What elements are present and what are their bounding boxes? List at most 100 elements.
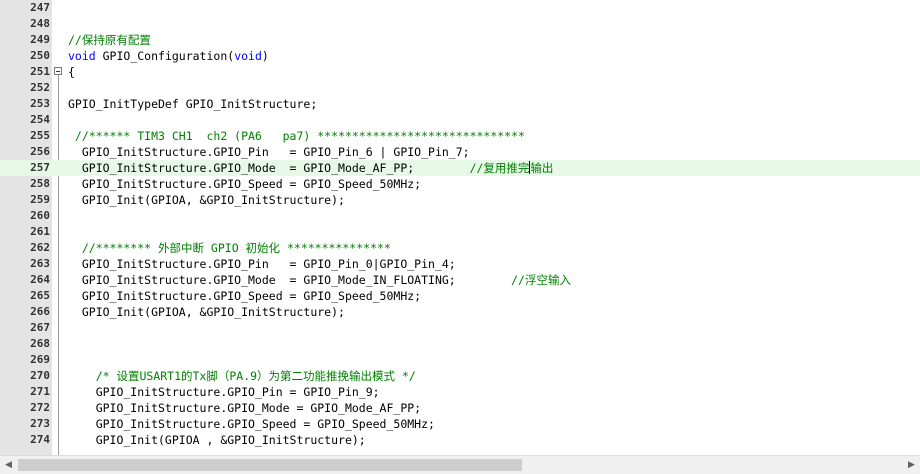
- code-line[interactable]: 264 GPIO_InitStructure.GPIO_Mode = GPIO_…: [0, 272, 920, 288]
- code-token: GPIO_InitStructure.GPIO_Mode = GPIO_Mode…: [68, 401, 422, 415]
- code-token: GPIO_Init(GPIOA, &GPIO_InitStructure);: [68, 193, 345, 207]
- line-number: 260: [30, 209, 50, 222]
- code-text: //******** 外部中断 GPIO 初始化 ***************: [68, 240, 391, 256]
- code-token: GPIO_InitStructure.GPIO_Speed = GPIO_Spe…: [68, 177, 422, 191]
- code-comment: //复用推完: [469, 161, 530, 175]
- line-number: 250: [30, 49, 50, 62]
- code-line[interactable]: 255 //****** TIM3 CH1 ch2 (PA6 pa7) ****…: [0, 128, 920, 144]
- code-text: /* 设置USART1的Tx脚（PA.9）为第二功能推挽输出模式 */: [68, 368, 416, 384]
- code-line[interactable]: 250 void GPIO_Configuration(void): [0, 48, 920, 64]
- line-number: 267: [30, 321, 50, 334]
- line-number: 248: [30, 17, 50, 30]
- code-line[interactable]: 261: [0, 224, 920, 240]
- code-text: GPIO_InitStructure.GPIO_Speed = GPIO_Spe…: [68, 288, 421, 304]
- chevron-left-icon[interactable]: ◀: [0, 456, 17, 474]
- code-line[interactable]: 249 //保持原有配置: [0, 32, 920, 48]
- code-keyword: void: [234, 49, 262, 63]
- code-comment: /* 设置USART1的Tx脚（PA.9）为第二功能推挽输出模式 */: [68, 369, 416, 383]
- code-token: GPIO_InitStructure.GPIO_Speed = GPIO_Spe…: [68, 417, 435, 431]
- code-text: GPIO_InitStructure.GPIO_Speed = GPIO_Spe…: [68, 416, 435, 432]
- code-line[interactable]: 263 GPIO_InitStructure.GPIO_Pin = GPIO_P…: [0, 256, 920, 272]
- line-number: 261: [30, 225, 50, 238]
- code-line[interactable]: 266 GPIO_Init(GPIOA, &GPIO_InitStructure…: [0, 304, 920, 320]
- code-line[interactable]: 256 GPIO_InitStructure.GPIO_Pin = GPIO_P…: [0, 144, 920, 160]
- line-number: 265: [30, 289, 50, 302]
- code-text: GPIO_InitTypeDef GPIO_InitStructure;: [68, 96, 317, 112]
- code-text: void GPIO_Configuration(void): [68, 48, 269, 64]
- code-text: GPIO_InitStructure.GPIO_Pin = GPIO_Pin_6…: [68, 144, 470, 160]
- code-token: GPIO_InitStructure.GPIO_Speed = GPIO_Spe…: [68, 289, 422, 303]
- code-line[interactable]: 265 GPIO_InitStructure.GPIO_Speed = GPIO…: [0, 288, 920, 304]
- line-number: 264: [30, 273, 50, 286]
- code-line[interactable]: 268: [0, 336, 920, 352]
- code-token: {: [68, 65, 75, 79]
- line-number: 270: [30, 369, 50, 382]
- code-line[interactable]: 257 GPIO_InitStructure.GPIO_Mode = GPIO_…: [0, 160, 920, 176]
- code-line[interactable]: 254: [0, 112, 920, 128]
- code-token: GPIO_InitStructure.GPIO_Mode = GPIO_Mode…: [68, 161, 470, 175]
- collapse-fold-icon[interactable]: [54, 67, 62, 75]
- chevron-right-icon[interactable]: ▶: [903, 456, 920, 474]
- code-line[interactable]: 272 GPIO_InitStructure.GPIO_Mode = GPIO_…: [0, 400, 920, 416]
- line-number: 256: [30, 145, 50, 158]
- horizontal-scrollbar[interactable]: ◀ ▶: [0, 455, 920, 474]
- code-token: GPIO_InitStructure.GPIO_Mode = GPIO_Mode…: [68, 273, 512, 287]
- line-number: 269: [30, 353, 50, 366]
- code-text: GPIO_InitStructure.GPIO_Pin = GPIO_Pin_9…: [68, 384, 380, 400]
- code-comment: //保持原有配置: [68, 33, 151, 47]
- code-line[interactable]: 260: [0, 208, 920, 224]
- code-token: GPIO_InitStructure.GPIO_Pin = GPIO_Pin_9…: [68, 385, 380, 399]
- code-comment: //******** 外部中断 GPIO 初始化 ***************: [68, 241, 391, 255]
- code-token: GPIO_InitTypeDef GPIO_InitStructure;: [68, 97, 318, 111]
- code-line[interactable]: 247: [0, 0, 920, 16]
- code-line[interactable]: 251 {: [0, 64, 920, 80]
- code-text: //****** TIM3 CH1 ch2 (PA6 pa7) ********…: [68, 128, 525, 144]
- code-text: //保持原有配置: [68, 32, 151, 48]
- code-line[interactable]: 248: [0, 16, 920, 32]
- code-keyword: void: [68, 49, 96, 63]
- code-text: GPIO_InitStructure.GPIO_Mode = GPIO_Mode…: [68, 400, 421, 416]
- code-line[interactable]: 262 //******** 外部中断 GPIO 初始化 ***********…: [0, 240, 920, 256]
- line-number: 273: [30, 417, 50, 430]
- code-line[interactable]: 252: [0, 80, 920, 96]
- code-comment: //****** TIM3 CH1 ch2 (PA6 pa7) ********…: [68, 129, 525, 143]
- code-text: GPIO_Init(GPIOA, &GPIO_InitStructure);: [68, 304, 345, 320]
- code-line[interactable]: 258 GPIO_InitStructure.GPIO_Speed = GPIO…: [0, 176, 920, 192]
- code-token: ): [261, 49, 269, 63]
- line-number: 253: [30, 97, 50, 110]
- line-number: 254: [30, 113, 50, 126]
- code-text: {: [68, 64, 75, 80]
- line-number: 259: [30, 193, 50, 206]
- code-token: GPIO_Init(GPIOA, &GPIO_InitStructure);: [68, 305, 345, 319]
- line-number: 266: [30, 305, 50, 318]
- code-lines: 247 248 249 //保持原有配置 250 void GPIO_Configurat…: [0, 0, 920, 448]
- code-token: GPIO_Init(GPIOA , &GPIO_InitStructure);: [68, 433, 366, 447]
- code-comment: 输出: [530, 161, 554, 175]
- code-token: GPIO_InitStructure.GPIO_Pin = GPIO_Pin_6…: [68, 145, 470, 159]
- line-number: 262: [30, 241, 50, 254]
- line-number: 255: [30, 129, 50, 142]
- code-editor[interactable]: 247 248 249 //保持原有配置 250 void GPIO_Configurat…: [0, 0, 920, 455]
- code-text: GPIO_InitStructure.GPIO_Mode = GPIO_Mode…: [68, 160, 553, 176]
- code-line[interactable]: 270 /* 设置USART1的Tx脚（PA.9）为第二功能推挽输出模式 */: [0, 368, 920, 384]
- code-line[interactable]: 273 GPIO_InitStructure.GPIO_Speed = GPIO…: [0, 416, 920, 432]
- code-line[interactable]: 269: [0, 352, 920, 368]
- line-number: 268: [30, 337, 50, 350]
- line-number: 263: [30, 257, 50, 270]
- line-number: 249: [30, 33, 50, 46]
- code-text: GPIO_InitStructure.GPIO_Mode = GPIO_Mode…: [68, 272, 571, 288]
- scrollbar-thumb[interactable]: [18, 459, 522, 471]
- code-line[interactable]: 253 GPIO_InitTypeDef GPIO_InitStructure;: [0, 96, 920, 112]
- line-number: 258: [30, 177, 50, 190]
- code-line[interactable]: 271 GPIO_InitStructure.GPIO_Pin = GPIO_P…: [0, 384, 920, 400]
- line-number: 257: [30, 161, 50, 174]
- code-comment: //浮空输入: [511, 273, 571, 287]
- code-line[interactable]: 259 GPIO_Init(GPIOA, &GPIO_InitStructure…: [0, 192, 920, 208]
- code-token: GPIO_Configuration(: [95, 49, 235, 63]
- code-line[interactable]: 274 GPIO_Init(GPIOA , &GPIO_InitStructur…: [0, 432, 920, 448]
- code-line[interactable]: 267: [0, 320, 920, 336]
- code-text: GPIO_Init(GPIOA, &GPIO_InitStructure);: [68, 192, 345, 208]
- code-text: GPIO_Init(GPIOA , &GPIO_InitStructure);: [68, 432, 366, 448]
- line-number: 272: [30, 401, 50, 414]
- line-number: 247: [30, 1, 50, 14]
